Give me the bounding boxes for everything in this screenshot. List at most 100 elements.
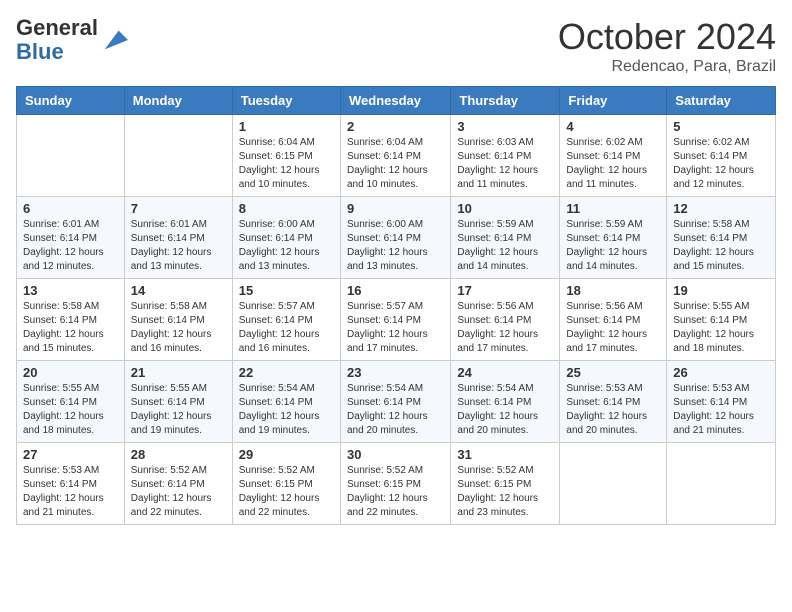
day-info: Sunrise: 6:02 AMSunset: 6:14 PMDaylight:… <box>566 136 660 192</box>
day-number: 2 <box>347 119 444 134</box>
day-info: Sunrise: 5:52 AMSunset: 6:14 PMDaylight:… <box>131 464 226 520</box>
calendar-cell: 21Sunrise: 5:55 AMSunset: 6:14 PMDayligh… <box>124 361 232 443</box>
day-info: Sunrise: 5:55 AMSunset: 6:14 PMDaylight:… <box>131 382 226 438</box>
calendar-cell: 12 Sunrise: 5:58 AMSunset: 6:14 PMDayligh… <box>667 197 776 279</box>
logo-blue-text: Blue <box>16 39 64 64</box>
calendar-week-row: 27 Sunrise: 5:53 AMSunset: 6:14 PMDayligh… <box>17 443 776 525</box>
col-header-tuesday: Tuesday <box>232 87 340 115</box>
title-block: October 2024 Redencao, Para, Brazil <box>558 16 776 76</box>
day-info: Sunrise: 5:58 AMSunset: 6:14 PMDaylight:… <box>673 218 769 274</box>
day-info: Sunrise: 6:00 AMSunset: 6:14 PMDaylight:… <box>239 218 334 274</box>
calendar-cell: 23 Sunrise: 5:54 AMSunset: 6:14 PMDayligh… <box>340 361 450 443</box>
calendar-cell: 3Sunrise: 6:03 AMSunset: 6:14 PMDaylight… <box>451 115 560 197</box>
day-number: 8 <box>239 201 334 216</box>
calendar-week-row: 20 Sunrise: 5:55 AMSunset: 6:14 PMDayligh… <box>17 361 776 443</box>
col-header-monday: Monday <box>124 87 232 115</box>
calendar-cell: 29Sunrise: 5:52 AMSunset: 6:15 PMDayligh… <box>232 443 340 525</box>
calendar-cell: 27 Sunrise: 5:53 AMSunset: 6:14 PMDayligh… <box>17 443 125 525</box>
day-number: 22 <box>239 365 334 380</box>
col-header-sunday: Sunday <box>17 87 125 115</box>
calendar-cell: 7 Sunrise: 6:01 AMSunset: 6:14 PMDaylight… <box>124 197 232 279</box>
day-number: 20 <box>23 365 118 380</box>
day-info: Sunrise: 6:00 AMSunset: 6:14 PMDaylight:… <box>347 218 444 274</box>
col-header-thursday: Thursday <box>451 87 560 115</box>
calendar-cell: 6Sunrise: 6:01 AMSunset: 6:14 PMDaylight… <box>17 197 125 279</box>
calendar-cell: 4 Sunrise: 6:02 AMSunset: 6:14 PMDaylight… <box>560 115 667 197</box>
day-info: Sunrise: 5:52 AMSunset: 6:15 PMDaylight:… <box>239 464 334 520</box>
month-title: October 2024 <box>558 16 776 58</box>
day-number: 9 <box>347 201 444 216</box>
day-info: Sunrise: 5:59 AMSunset: 6:14 PMDaylight:… <box>566 218 660 274</box>
calendar-cell: 22 Sunrise: 5:54 AMSunset: 6:14 PMDayligh… <box>232 361 340 443</box>
day-number: 10 <box>457 201 553 216</box>
day-number: 31 <box>457 447 553 462</box>
day-info: Sunrise: 5:52 AMSunset: 6:15 PMDaylight:… <box>347 464 444 520</box>
day-number: 1 <box>239 119 334 134</box>
day-info: Sunrise: 6:04 AMSunset: 6:14 PMDaylight:… <box>347 136 444 192</box>
calendar-cell: 16Sunrise: 5:57 AMSunset: 6:14 PMDayligh… <box>340 279 450 361</box>
day-info: Sunrise: 5:58 AMSunset: 6:14 PMDaylight:… <box>131 300 226 356</box>
day-info: Sunrise: 6:02 AMSunset: 6:14 PMDaylight:… <box>673 136 769 192</box>
col-header-wednesday: Wednesday <box>340 87 450 115</box>
calendar-cell: 13 Sunrise: 5:58 AMSunset: 6:14 PMDayligh… <box>17 279 125 361</box>
day-info: Sunrise: 5:53 AMSunset: 6:14 PMDaylight:… <box>23 464 118 520</box>
day-info: Sunrise: 5:54 AMSunset: 6:14 PMDaylight:… <box>457 382 553 438</box>
day-info: Sunrise: 6:01 AMSunset: 6:14 PMDaylight:… <box>23 218 118 274</box>
day-number: 30 <box>347 447 444 462</box>
day-number: 16 <box>347 283 444 298</box>
calendar-cell: 30 Sunrise: 5:52 AMSunset: 6:15 PMDayligh… <box>340 443 450 525</box>
calendar-cell: 2 Sunrise: 6:04 AMSunset: 6:14 PMDaylight… <box>340 115 450 197</box>
calendar-cell: 20 Sunrise: 5:55 AMSunset: 6:14 PMDayligh… <box>17 361 125 443</box>
day-number: 19 <box>673 283 769 298</box>
calendar-table: SundayMondayTuesdayWednesdayThursdayFrid… <box>16 86 776 525</box>
calendar-cell: 9 Sunrise: 6:00 AMSunset: 6:14 PMDaylight… <box>340 197 450 279</box>
day-info: Sunrise: 5:55 AMSunset: 6:14 PMDaylight:… <box>23 382 118 438</box>
day-info: Sunrise: 5:56 AMSunset: 6:14 PMDaylight:… <box>457 300 553 356</box>
calendar-week-row: 6Sunrise: 6:01 AMSunset: 6:14 PMDaylight… <box>17 197 776 279</box>
day-info: Sunrise: 5:52 AMSunset: 6:15 PMDaylight:… <box>457 464 553 520</box>
calendar-cell: 14Sunrise: 5:58 AMSunset: 6:14 PMDayligh… <box>124 279 232 361</box>
day-number: 13 <box>23 283 118 298</box>
day-number: 4 <box>566 119 660 134</box>
day-number: 17 <box>457 283 553 298</box>
day-info: Sunrise: 5:53 AMSunset: 6:14 PMDaylight:… <box>566 382 660 438</box>
day-info: Sunrise: 5:56 AMSunset: 6:14 PMDaylight:… <box>566 300 660 356</box>
day-info: Sunrise: 5:58 AMSunset: 6:14 PMDaylight:… <box>23 300 118 356</box>
calendar-week-row: 13 Sunrise: 5:58 AMSunset: 6:14 PMDayligh… <box>17 279 776 361</box>
calendar-cell: 28Sunrise: 5:52 AMSunset: 6:14 PMDayligh… <box>124 443 232 525</box>
day-info: Sunrise: 6:01 AMSunset: 6:14 PMDaylight:… <box>131 218 226 274</box>
day-number: 23 <box>347 365 444 380</box>
calendar-cell: 24 Sunrise: 5:54 AMSunset: 6:14 PMDayligh… <box>451 361 560 443</box>
calendar-cell: 15 Sunrise: 5:57 AMSunset: 6:14 PMDayligh… <box>232 279 340 361</box>
logo: General Blue <box>16 16 128 64</box>
day-number: 26 <box>673 365 769 380</box>
location: Redencao, Para, Brazil <box>558 58 776 76</box>
day-number: 5 <box>673 119 769 134</box>
calendar-cell: 18 Sunrise: 5:56 AMSunset: 6:14 PMDayligh… <box>560 279 667 361</box>
calendar-cell: 1 Sunrise: 6:04 AMSunset: 6:15 PMDaylight… <box>232 115 340 197</box>
day-number: 15 <box>239 283 334 298</box>
calendar-cell <box>124 115 232 197</box>
day-number: 11 <box>566 201 660 216</box>
day-info: Sunrise: 5:55 AMSunset: 6:14 PMDaylight:… <box>673 300 769 356</box>
page-header: General Blue October 2024 Redencao, Para… <box>16 16 776 76</box>
calendar-cell: 31 Sunrise: 5:52 AMSunset: 6:15 PMDayligh… <box>451 443 560 525</box>
day-info: Sunrise: 6:04 AMSunset: 6:15 PMDaylight:… <box>239 136 334 192</box>
day-number: 27 <box>23 447 118 462</box>
day-number: 24 <box>457 365 553 380</box>
logo-icon <box>100 26 128 54</box>
day-number: 18 <box>566 283 660 298</box>
day-info: Sunrise: 6:03 AMSunset: 6:14 PMDaylight:… <box>457 136 553 192</box>
day-number: 12 <box>673 201 769 216</box>
day-info: Sunrise: 5:57 AMSunset: 6:14 PMDaylight:… <box>239 300 334 356</box>
calendar-cell: 26Sunrise: 5:53 AMSunset: 6:14 PMDayligh… <box>667 361 776 443</box>
calendar-header-row: SundayMondayTuesdayWednesdayThursdayFrid… <box>17 87 776 115</box>
col-header-saturday: Saturday <box>667 87 776 115</box>
day-info: Sunrise: 5:54 AMSunset: 6:14 PMDaylight:… <box>347 382 444 438</box>
day-number: 7 <box>131 201 226 216</box>
calendar-cell: 17 Sunrise: 5:56 AMSunset: 6:14 PMDayligh… <box>451 279 560 361</box>
day-info: Sunrise: 5:54 AMSunset: 6:14 PMDaylight:… <box>239 382 334 438</box>
col-header-friday: Friday <box>560 87 667 115</box>
calendar-cell <box>560 443 667 525</box>
calendar-week-row: 1 Sunrise: 6:04 AMSunset: 6:15 PMDaylight… <box>17 115 776 197</box>
